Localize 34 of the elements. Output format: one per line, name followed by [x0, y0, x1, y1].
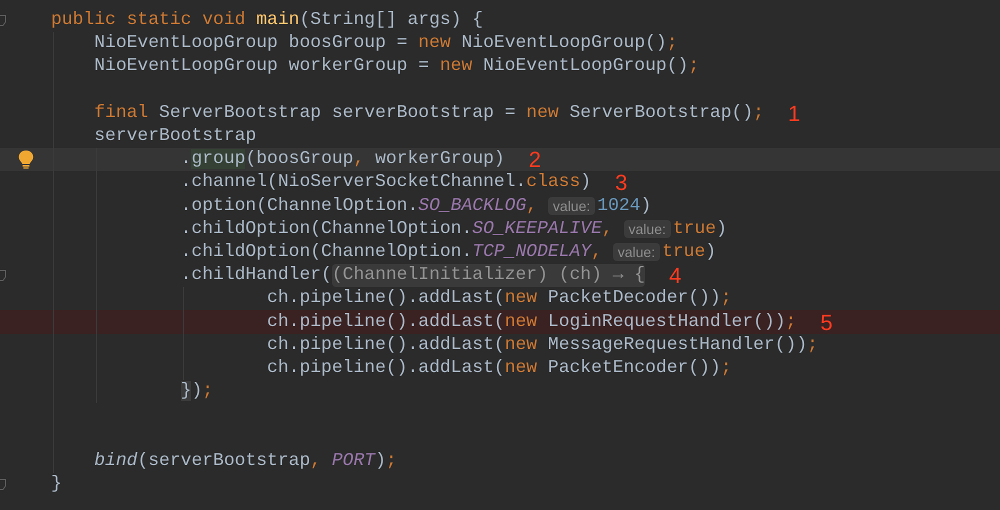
- code-text: ch.pipeline().addLast(new MessageRequestHandler());: [267, 334, 818, 357]
- lightbulb-icon[interactable]: [18, 150, 34, 170]
- code-text: });: [180, 380, 214, 404]
- inlay-hint: value:: [612, 243, 660, 262]
- code-text: ch.pipeline().addLast(new PacketEncoder());: [267, 356, 732, 380]
- code-text: NioEventLoopGroup boosGroup = new NioEventLoopGroup();: [94, 32, 678, 56]
- inlay-hint: value:: [548, 197, 596, 216]
- annotation-number: 3: [615, 171, 628, 194]
- code-text: NioEventLoopGroup workerGroup = new NioEventLoopGroup();: [94, 55, 700, 78]
- code-text: bind(serverBootstrap, PORT);: [94, 450, 397, 473]
- code-text: final ServerBootstrap serverBootstrap = new ServerBootstrap();: [94, 102, 764, 125]
- annotation-number: 4: [669, 264, 682, 288]
- code-text: true): [672, 218, 727, 241]
- fold-icon[interactable]: [0, 270, 6, 282]
- code-text: ch.pipeline().addLast(new LoginRequestHandler());: [267, 310, 796, 334]
- code-text: }: [51, 472, 62, 496]
- code-text: .childOption(ChannelOption.TCP_NODELAY,: [180, 240, 603, 264]
- annotation-number: 2: [528, 148, 541, 172]
- code-text: ch.pipeline().addLast(new PacketDecoder());: [267, 287, 732, 310]
- code-text: 1024): [597, 194, 652, 218]
- folded-code: (ChannelInitializer) (ch) → {: [332, 264, 646, 288]
- code-text: serverBootstrap: [94, 125, 256, 148]
- code-text: .childOption(ChannelOption.SO_KEEPALIVE,: [180, 218, 614, 241]
- code-text: .channel(NioServerSocketChannel.class): [180, 171, 592, 194]
- code-text: .childHandler(: [180, 264, 332, 288]
- inlay-hint: value:: [624, 220, 671, 238]
- fold-icon[interactable]: [0, 15, 6, 26]
- code-text: true): [662, 240, 716, 264]
- code-text: public static void main(String[] args) {: [51, 9, 484, 32]
- fold-icon[interactable]: [0, 478, 6, 490]
- annotation-number: 5: [820, 310, 833, 334]
- annotation-number: 1: [788, 102, 800, 125]
- code-text: .group(boosGroup, workerGroup): [180, 148, 505, 172]
- code-text: .option(ChannelOption.SO_BACKLOG,: [180, 194, 538, 218]
